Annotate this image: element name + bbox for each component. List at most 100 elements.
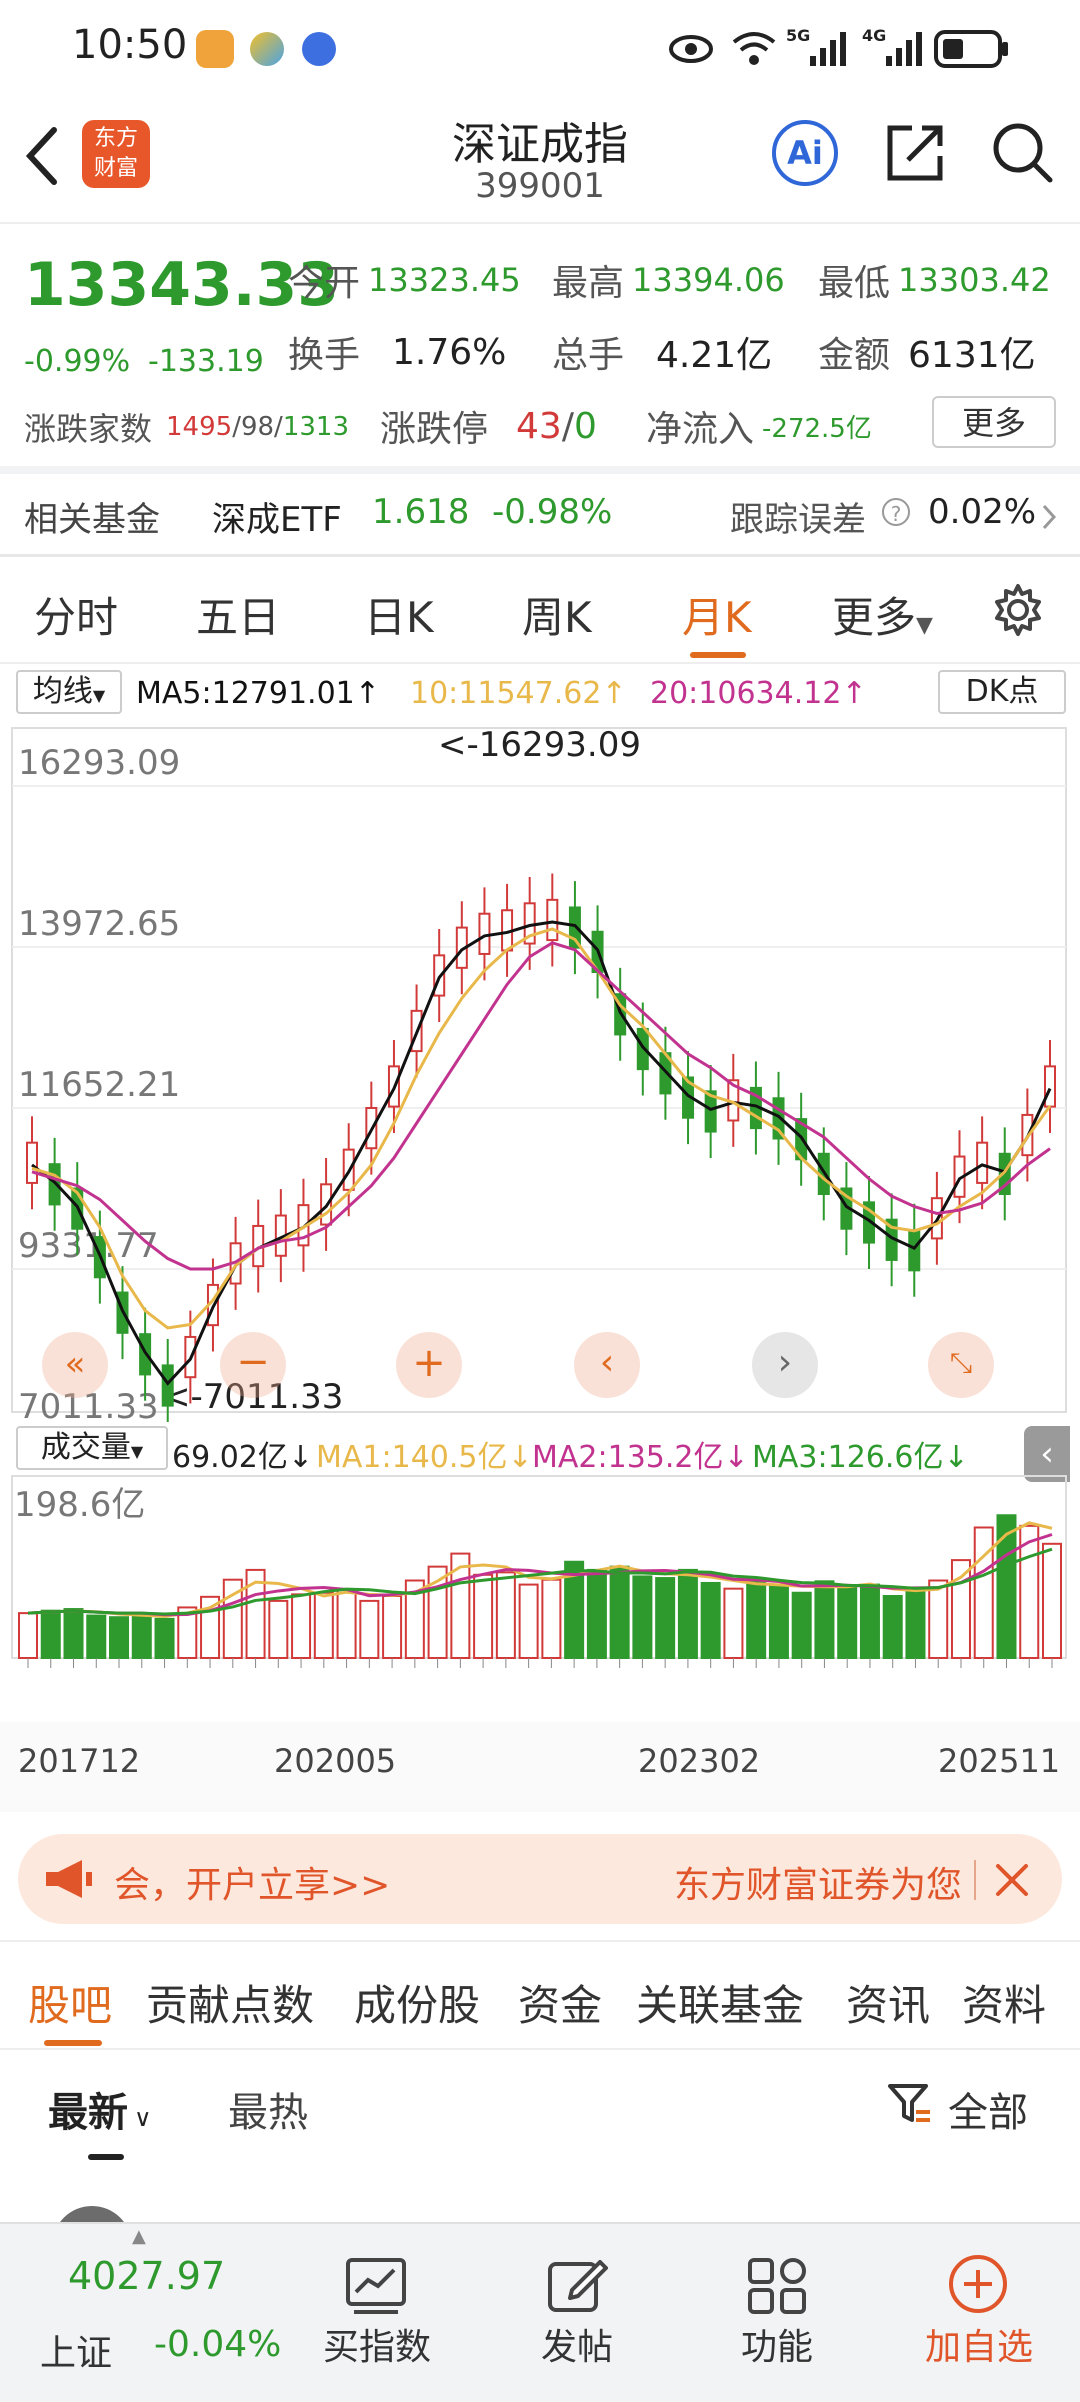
buy-index-button[interactable]: 买指数: [292, 2224, 462, 2402]
network-4g-label: 4G: [862, 26, 887, 45]
fund-change: -0.98%: [492, 492, 613, 532]
volume-bar: [268, 1599, 289, 1659]
volume-bar: [518, 1583, 539, 1659]
tab-five-day[interactable]: 五日: [196, 584, 280, 645]
ai-assistant-button[interactable]: Ai: [772, 120, 838, 186]
back-icon[interactable]: [22, 124, 62, 188]
tab-weekly-k[interactable]: 周K: [522, 584, 592, 645]
candle-body: [26, 1141, 38, 1184]
indicator-selector-dropdown[interactable]: 成交量▼: [16, 1426, 168, 1470]
tab-monthly-k[interactable]: 月K: [682, 584, 752, 645]
wifi-icon: [732, 32, 776, 65]
tab-forum[interactable]: 股吧: [28, 1972, 112, 2033]
volume-bar: [996, 1514, 1017, 1660]
sort-latest[interactable]: 最新 ∨: [48, 2080, 152, 2138]
chevron-right-icon: [1042, 504, 1057, 530]
share-icon[interactable]: [882, 120, 948, 186]
inflow-item[interactable]: 净流入 -272.5亿: [646, 400, 872, 452]
volume-bar: [609, 1565, 630, 1659]
index-ticker[interactable]: ▲ 4027.97 上证 -0.04%: [0, 2224, 300, 2402]
tab-intraday[interactable]: 分时: [34, 584, 118, 645]
tab-constituents[interactable]: 成份股: [354, 1972, 480, 2033]
functions-label: 功能: [740, 2327, 813, 2368]
volume-bar: [131, 1612, 152, 1660]
breadth-up: 1495: [166, 412, 233, 442]
volume-label: 成交量: [40, 1430, 131, 1465]
high-value: 13394.06: [632, 261, 785, 299]
sort-hot[interactable]: 最热: [228, 2080, 308, 2138]
x-tick-label: 202511: [938, 1742, 1061, 1780]
tab-news[interactable]: 资讯: [846, 1972, 930, 2033]
fund-divider: [0, 554, 1080, 557]
kline-chart[interactable]: 16293.09 13972.65 11652.21 9331.77 7011.33 <-…: [0, 722, 1080, 1422]
tab-contribution[interactable]: 贡献点数: [146, 1972, 314, 2033]
high-item: 最高 13394.06: [552, 254, 785, 306]
tab-capital[interactable]: 资金: [518, 1972, 602, 2033]
banner-separator: [974, 1860, 976, 1900]
promo-banner[interactable]: 会，开户立享>> 东方财富证券为您: [18, 1834, 1062, 1924]
tab-more[interactable]: 更多▼: [832, 584, 933, 645]
limit-down-count: 0: [573, 405, 597, 447]
caret-down-icon: ▼: [916, 613, 933, 638]
x-tick-label: 202302: [638, 1742, 761, 1780]
filter-all[interactable]: 全部: [948, 2080, 1028, 2138]
ma20-value: 20:10634.12↑: [650, 676, 867, 711]
dk-points-button[interactable]: DK点: [938, 670, 1066, 714]
post-label: 发帖: [540, 2327, 613, 2368]
volume-item: 总手 4.21亿: [552, 326, 772, 378]
bottom-toolbar: ▲ 4027.97 上证 -0.04% 买指数 发帖 功能 加自选: [0, 2222, 1080, 2402]
fund-name: 深成ETF: [212, 500, 342, 540]
volume-bar: [973, 1526, 994, 1659]
volume-bar: [837, 1585, 858, 1659]
close-icon[interactable]: [992, 1860, 1032, 1900]
more-quote-button[interactable]: 更多: [932, 396, 1056, 448]
low-label: 最低: [818, 263, 891, 304]
change-percent: -0.99%: [24, 344, 131, 379]
buy-index-label: 买指数: [322, 2327, 431, 2368]
volume-bar: [541, 1578, 562, 1659]
filter-icon[interactable]: [886, 2080, 934, 2128]
tab-profile[interactable]: 资料: [962, 1972, 1046, 2033]
zoom-out-button[interactable]: −: [220, 1332, 286, 1398]
candle-body: [908, 1229, 921, 1272]
eye-icon: [669, 35, 713, 63]
stock-code: 399001: [475, 166, 605, 206]
max-price-label: <-16293.09: [438, 725, 641, 765]
network-5g-label: 5G: [786, 26, 811, 45]
volume-bar: [746, 1578, 767, 1659]
functions-button[interactable]: 功能: [692, 2224, 862, 2402]
limit-item[interactable]: 涨跌停 43 / 0: [380, 400, 597, 452]
fullscreen-icon[interactable]: ⤡: [928, 1332, 994, 1398]
add-circle-icon: [949, 2255, 1007, 2313]
chevron-down-icon: ∨: [134, 2104, 152, 2132]
open-label: 今开: [288, 263, 361, 304]
volume-last: 69.02亿↓: [172, 1440, 314, 1475]
tab-related-funds[interactable]: 关联基金: [636, 1972, 804, 2033]
index-name: 上证: [40, 2333, 113, 2374]
scroll-left-button[interactable]: ‹: [574, 1332, 640, 1398]
volume-svg[interactable]: 198.6亿: [0, 1474, 1080, 1724]
volume-bar: [63, 1608, 84, 1659]
fund-label: 相关基金: [24, 500, 160, 540]
search-icon[interactable]: [990, 120, 1056, 186]
scroll-left-fast-button[interactable]: «: [42, 1332, 108, 1398]
signal-icon-2: [886, 32, 922, 66]
related-fund-row[interactable]: 相关基金 深成ETF 1.618 -0.98% 跟踪误差 ? 0.02%: [0, 474, 1080, 554]
ma-selector-dropdown[interactable]: 均线▼: [16, 670, 122, 714]
tab-daily-k[interactable]: 日K: [364, 584, 434, 645]
zoom-in-button[interactable]: +: [396, 1332, 462, 1398]
turnover-item: 换手 1.76%: [288, 326, 506, 378]
inflow-value: -272.5亿: [762, 413, 872, 444]
volume-max-tick: 198.6亿: [14, 1485, 145, 1525]
post-button[interactable]: 发帖: [492, 2224, 662, 2402]
add-watchlist-button[interactable]: 加自选: [894, 2224, 1064, 2402]
breadth-item[interactable]: 涨跌家数 1495 / 98 / 1313: [24, 404, 349, 450]
kline-svg[interactable]: 16293.0913972.6511652.219331.777011.33<-…: [0, 722, 1080, 1422]
volume-chart[interactable]: 198.6亿: [0, 1474, 1080, 1724]
help-icon[interactable]: ?: [882, 498, 910, 526]
open-value: 13323.45: [368, 261, 521, 299]
turnover-label: 换手: [288, 335, 361, 376]
y-tick-label: 16293.09: [18, 743, 180, 783]
scroll-right-button[interactable]: ›: [752, 1332, 818, 1398]
settings-gear-icon[interactable]: [990, 582, 1046, 638]
